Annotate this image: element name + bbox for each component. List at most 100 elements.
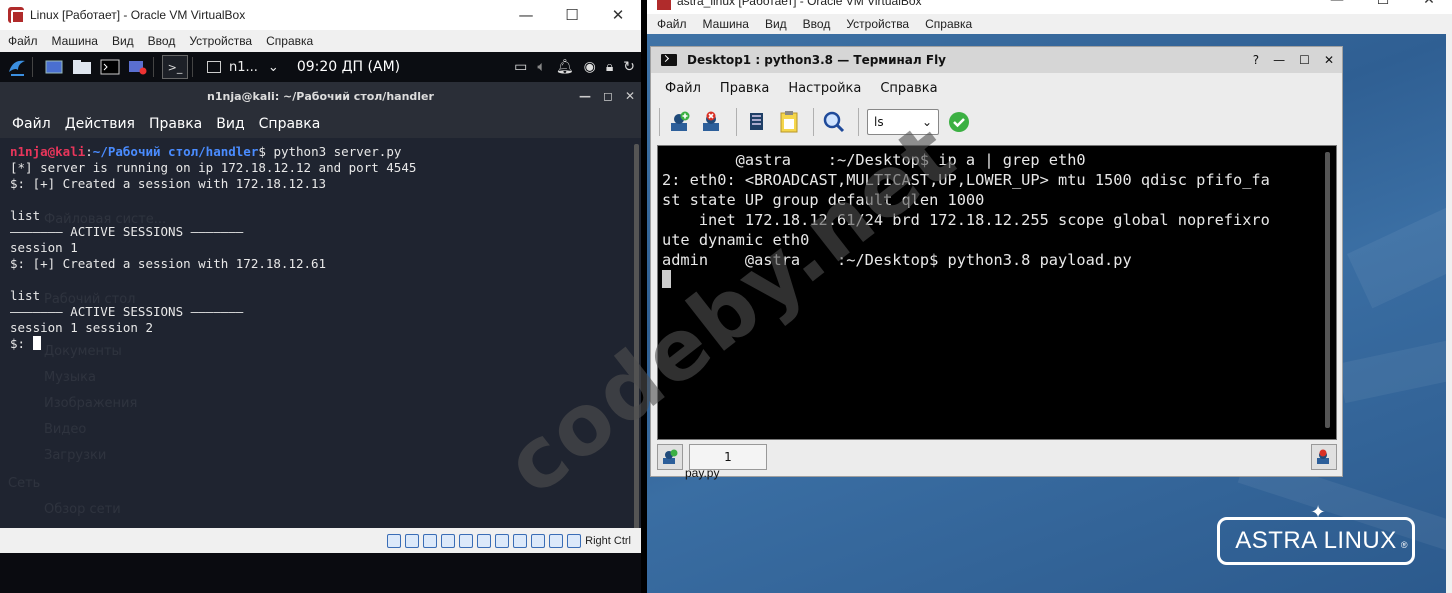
left-vm-title: Linux [Работает] - Oracle VM VirtualBox: [30, 8, 246, 22]
workspace-terminal-button[interactable]: >_: [162, 55, 188, 79]
close-button[interactable]: ✕: [595, 0, 641, 30]
command-select-value: ls: [874, 115, 884, 129]
usb-status-icon[interactable]: [459, 533, 474, 548]
term-menu-file[interactable]: Файл: [12, 116, 51, 132]
volume-icon[interactable]: 🔈︎: [537, 59, 545, 75]
virtualbox-icon: [657, 0, 671, 10]
kali-dragon-icon[interactable]: [6, 56, 28, 78]
menu-devices[interactable]: Устройства: [181, 34, 258, 48]
terminal-line: list: [10, 208, 41, 223]
command-select[interactable]: ls ⌄: [867, 109, 939, 135]
fly-tabbar: 1: [657, 443, 1337, 471]
audio-status-icon[interactable]: [423, 533, 438, 548]
search-icon[interactable]: [820, 108, 848, 136]
terminal-line: session 1 session 2: [10, 320, 153, 335]
lock-icon[interactable]: 🔒︎: [606, 59, 613, 75]
panel-separator: [192, 57, 193, 77]
maximize-button[interactable]: ☐: [1360, 0, 1406, 8]
hdd-status-icon[interactable]: [387, 533, 402, 548]
left-vm-title-bar[interactable]: Linux [Работает] - Oracle VM VirtualBox …: [0, 0, 641, 30]
menu-input[interactable]: Ввод: [793, 17, 837, 31]
fly-terminal-line: inet 172.18.12.61/24 brd 172.18.12.255 s…: [662, 211, 1270, 229]
terminal-maximize-button[interactable]: ◻: [603, 89, 613, 103]
fly-titlebar[interactable]: Desktop1 : python3.8 — Терминал Fly ? — …: [651, 47, 1342, 73]
terminal-icon[interactable]: [99, 56, 121, 78]
fly-toolbar: ls ⌄: [659, 105, 1339, 139]
term-menu-view[interactable]: Вид: [216, 116, 244, 132]
right-vm-title-bar[interactable]: astra_linux [Работает] - Oracle VM Virtu…: [647, 0, 1452, 14]
minimize-button[interactable]: —: [1314, 0, 1360, 8]
left-vm-statusbar: Right Ctrl: [0, 528, 641, 553]
file-manager-icon[interactable]: [71, 56, 93, 78]
fly-menu-edit[interactable]: Правка: [720, 81, 769, 96]
left-virtualbox-window: Linux [Работает] - Oracle VM VirtualBox …: [0, 0, 641, 593]
fly-maximize-button[interactable]: ☐: [1299, 53, 1310, 67]
optical-status-icon[interactable]: [405, 533, 420, 548]
menu-file[interactable]: Файл: [0, 34, 44, 48]
term-menu-edit[interactable]: Правка: [149, 116, 202, 132]
fly-menubar: Файл Правка Настройка Справка: [651, 74, 1342, 102]
desktop-file-label[interactable]: pay.py: [685, 466, 719, 480]
fly-minimize-button[interactable]: —: [1273, 53, 1285, 67]
menu-help[interactable]: Справка: [915, 17, 978, 31]
menu-devices[interactable]: Устройства: [836, 17, 915, 31]
menu-machine[interactable]: Машина: [44, 34, 104, 48]
maximize-button[interactable]: ☐: [549, 0, 595, 30]
shared-folders-icon[interactable]: [477, 533, 492, 548]
close-tab-button[interactable]: [1311, 444, 1337, 470]
right-vm-title: astra_linux [Работает] - Oracle VM Virtu…: [677, 0, 922, 8]
fly-menu-help[interactable]: Справка: [880, 81, 937, 96]
menu-help[interactable]: Справка: [258, 34, 319, 48]
menu-machine[interactable]: Машина: [693, 17, 755, 31]
menu-view[interactable]: Вид: [755, 17, 793, 31]
terminal-line: ——————— ACTIVE SESSIONS ———————: [10, 224, 244, 239]
fly-menu-file[interactable]: Файл: [665, 81, 701, 96]
term-menu-help[interactable]: Справка: [259, 116, 321, 132]
recording-status-icon[interactable]: [513, 533, 528, 548]
show-desktop-icon[interactable]: [43, 56, 65, 78]
fly-menu-settings[interactable]: Настройка: [788, 81, 861, 96]
display-status-icon[interactable]: [495, 533, 510, 548]
terminal-close-button[interactable]: ✕: [625, 89, 635, 103]
right-vm-menubar: Файл Машина Вид Ввод Устройства Справка: [647, 14, 1452, 34]
menu-input[interactable]: Ввод: [140, 34, 182, 48]
fly-help-button[interactable]: ?: [1253, 53, 1259, 67]
panel-clock[interactable]: 09:20 ДП (AM): [297, 59, 400, 75]
power-status-icon[interactable]: ◉: [584, 59, 596, 75]
fly-terminal-scrollbar[interactable]: [1325, 152, 1330, 428]
display-icon[interactable]: ▭: [514, 59, 527, 75]
fly-terminal-line: admin @astra :~/Desktop$ python3.8 paylo…: [662, 251, 1132, 269]
kali-terminal-titlebar[interactable]: n1nja@kali: ~/Рабочий стол/handler — ◻ ✕: [0, 82, 641, 110]
add-tab-button[interactable]: [657, 444, 683, 470]
kali-terminal-output[interactable]: n1nja@kali:~/Рабочий стол/handler$ pytho…: [0, 144, 632, 524]
mouse-integration-icon[interactable]: [549, 533, 564, 548]
new-session-icon[interactable]: [666, 108, 694, 136]
close-session-icon[interactable]: [698, 108, 726, 136]
prompt-command: python3 server.py: [273, 144, 402, 159]
minimize-button[interactable]: —: [503, 0, 549, 30]
fly-terminal-output[interactable]: @astra :~/Desktop$ ip a | grep eth0 2: e…: [657, 145, 1337, 440]
network-status-icon[interactable]: [441, 533, 456, 548]
menu-view[interactable]: Вид: [104, 34, 140, 48]
screen-recorder-icon[interactable]: [127, 56, 149, 78]
execute-check-icon[interactable]: [945, 108, 973, 136]
terminal-line: $: [+] Created a session with 172.18.12.…: [10, 256, 327, 271]
terminal-minimize-button[interactable]: —: [579, 89, 591, 103]
paste-icon[interactable]: [775, 108, 803, 136]
kali-terminal-menubar: Файл Действия Правка Вид Справка: [0, 110, 641, 138]
menu-file[interactable]: Файл: [647, 17, 693, 31]
cpu-status-icon[interactable]: [531, 533, 546, 548]
wallpaper-ray: [1337, 301, 1452, 404]
taskbar-terminal-item[interactable]: n1... ⌄: [207, 60, 279, 75]
terminal-scrollbar[interactable]: [634, 144, 639, 528]
toolbar-separator: [813, 108, 814, 136]
toolbar-separator: [858, 108, 859, 136]
fly-terminal-cursor: [662, 270, 671, 288]
refresh-icon[interactable]: ↻: [623, 59, 635, 75]
terminal-line: ——————— ACTIVE SESSIONS ———————: [10, 304, 244, 319]
close-button[interactable]: ✕: [1406, 0, 1452, 8]
term-menu-actions[interactable]: Действия: [65, 116, 135, 132]
notifications-bell-icon[interactable]: 🔔︎: [556, 59, 574, 75]
fly-close-button[interactable]: ✕: [1324, 53, 1334, 67]
copy-icon[interactable]: [743, 108, 771, 136]
